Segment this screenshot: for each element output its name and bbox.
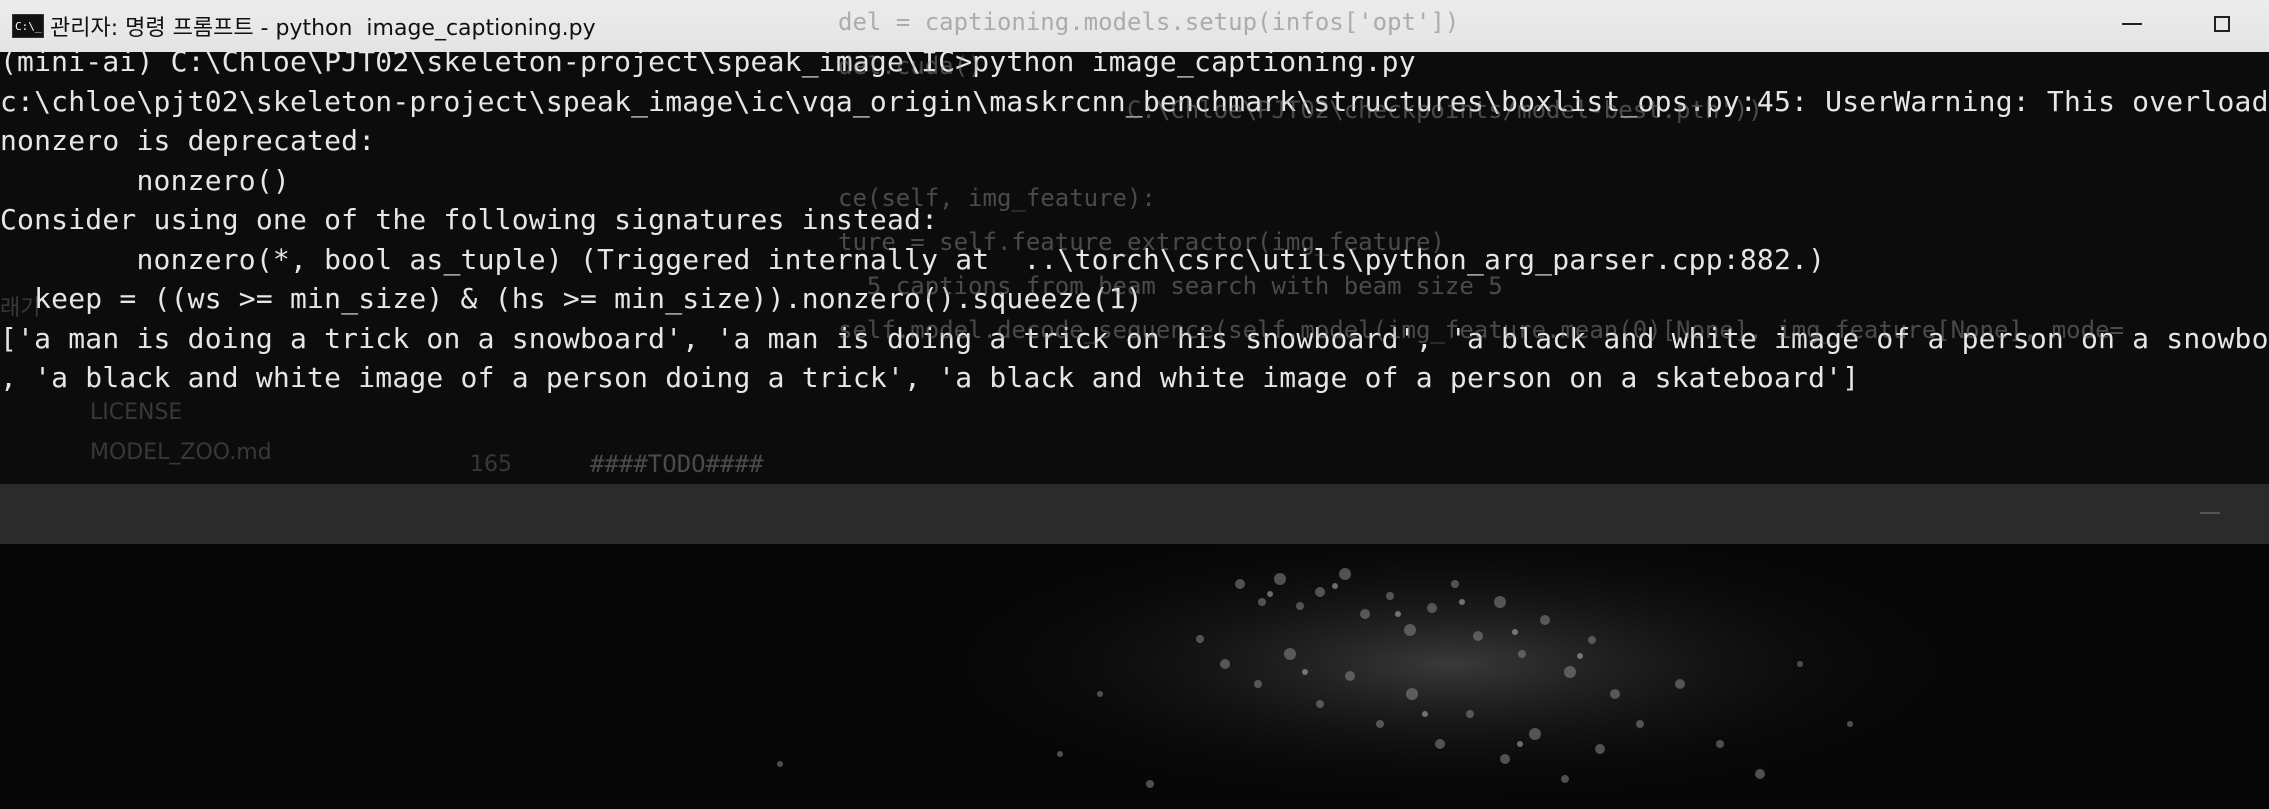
maximize-icon: [2214, 16, 2230, 32]
ghost-code-line: ####TODO####: [590, 450, 764, 478]
dash-icon: [2200, 512, 2220, 514]
minimize-icon: [2122, 23, 2142, 25]
ghost-code-line: C:\Chloe\PJT02\checkpoints/model-best.pt…: [838, 96, 1763, 124]
ghost-code-line: ce(self, img_feature):: [838, 184, 1156, 212]
maximize-button[interactable]: [2190, 0, 2254, 48]
ghost-line-number: 165: [470, 452, 512, 477]
cmd-app-icon: C:\_: [12, 14, 44, 38]
minimize-button[interactable]: [2100, 0, 2164, 48]
ghost-sidebar-item: MODEL_ZOO.md: [90, 440, 272, 465]
ghost-code-line: del.cuda(): [838, 52, 983, 80]
console-line: , 'a black and white image of a person d…: [0, 361, 1860, 394]
ghost-code-line: self.model.decode_sequence(self.model(im…: [838, 316, 2124, 344]
command-prompt-window: C:\_ 관리자: 명령 프롬프트 - python image_caption…: [0, 0, 2269, 809]
window-title: 관리자: 명령 프롬프트 - python image_captioning.p…: [50, 16, 596, 41]
snow-particles-image: [777, 544, 1970, 804]
ghost-code-line: 5 captions from beam search with beam si…: [838, 272, 1503, 300]
ghost-code-line: del = captioning.models.setup(infos['opt…: [838, 8, 1460, 36]
background-photo: [0, 544, 2269, 809]
ghost-code-line: ture = self.feature_extractor(img_featur…: [838, 228, 1445, 256]
status-strip: [0, 484, 2269, 544]
ghost-sidebar-item: LICENSE: [90, 400, 183, 425]
console-line: nonzero is deprecated:: [0, 124, 376, 157]
